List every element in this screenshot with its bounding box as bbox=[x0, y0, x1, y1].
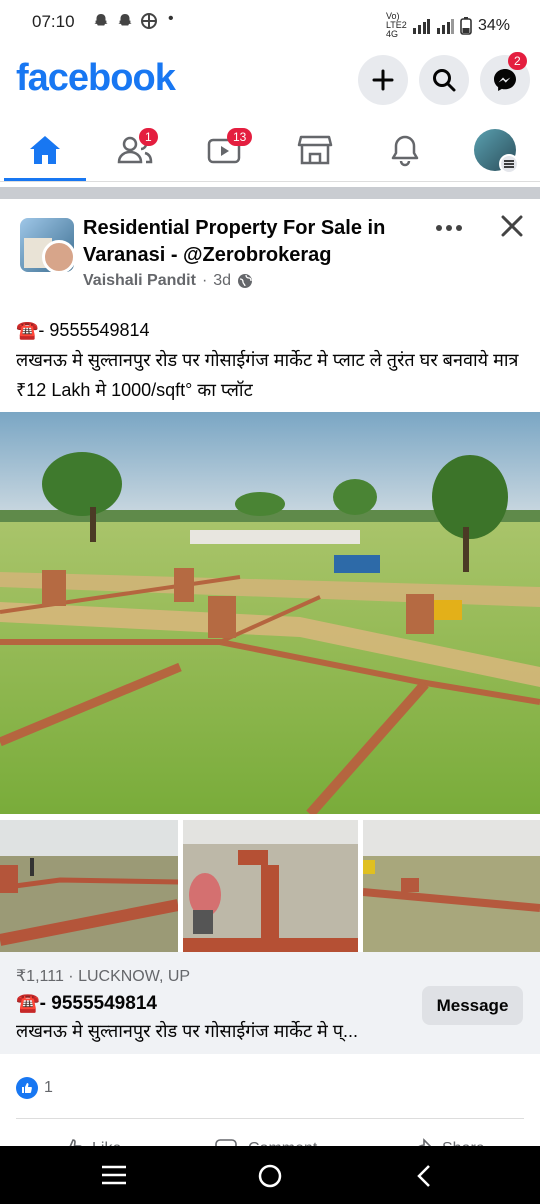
tab-marketplace[interactable] bbox=[275, 126, 355, 174]
reactions-summary[interactable]: 1 bbox=[16, 1077, 53, 1099]
globe-icon bbox=[238, 274, 253, 288]
thumbnail-2[interactable] bbox=[183, 820, 358, 952]
active-tab-indicator bbox=[4, 178, 86, 181]
dot-icon: • bbox=[168, 10, 174, 27]
search-button[interactable] bbox=[419, 55, 469, 105]
phone-icon: ☎️ bbox=[16, 320, 39, 340]
listing-phone: - 9555549814 bbox=[39, 993, 157, 1014]
home-icon bbox=[30, 136, 60, 164]
video-badge: 13 bbox=[227, 128, 253, 146]
android-nav-bar bbox=[0, 1146, 540, 1204]
post-title[interactable]: Residential Property For Sale in Varanas… bbox=[83, 215, 423, 269]
post-phone: - 9555549814 bbox=[38, 320, 150, 340]
profile-avatar bbox=[474, 129, 519, 174]
author-name[interactable]: Vaishali Pandit bbox=[83, 272, 196, 290]
thumbnail-3[interactable] bbox=[363, 820, 540, 952]
brick-foundation-photo-3 bbox=[363, 820, 540, 952]
recent-apps-button[interactable] bbox=[100, 1164, 128, 1191]
meta-separator: · bbox=[201, 272, 208, 289]
back-icon bbox=[417, 1165, 430, 1187]
messenger-button[interactable]: 2 bbox=[480, 52, 530, 105]
hide-post-button[interactable] bbox=[498, 212, 528, 242]
tab-notifications[interactable] bbox=[365, 126, 445, 174]
facebook-logo[interactable]: facebook bbox=[16, 57, 176, 100]
land-plots-photo bbox=[0, 412, 540, 814]
tab-friends[interactable]: 1 bbox=[95, 126, 175, 174]
plus-icon bbox=[372, 69, 394, 91]
status-right: Vo) LTE2 4G 34% bbox=[386, 12, 510, 39]
game-icon bbox=[140, 12, 158, 35]
brick-foundation-photo-2 bbox=[183, 820, 358, 952]
reaction-count: 1 bbox=[44, 1079, 53, 1096]
thumbnail-1[interactable] bbox=[0, 820, 178, 952]
recents-icon bbox=[102, 1165, 126, 1185]
signal-icon-2 bbox=[436, 18, 454, 34]
close-icon bbox=[501, 215, 523, 237]
more-options-button[interactable] bbox=[432, 212, 466, 240]
snapchat-icon bbox=[92, 12, 110, 35]
post-phone-line: ☎️- 9555549814 bbox=[16, 315, 531, 345]
menu-icon bbox=[499, 154, 519, 174]
battery-level: 34% bbox=[477, 16, 510, 34]
home-nav-button[interactable] bbox=[257, 1163, 283, 1194]
tab-menu[interactable] bbox=[455, 126, 535, 174]
listing-phone-line: ☎️- 9555549814 bbox=[16, 991, 157, 1015]
brick-foundation-photo-1 bbox=[0, 820, 178, 952]
home-circle-icon bbox=[258, 1164, 282, 1188]
back-nav-button[interactable] bbox=[414, 1163, 434, 1194]
network-label: Vo) LTE2 4G bbox=[385, 11, 407, 39]
author-avatar[interactable] bbox=[42, 240, 76, 274]
tab-video[interactable]: 13 bbox=[185, 126, 265, 174]
more-dots-icon bbox=[436, 225, 462, 231]
messenger-badge: 2 bbox=[508, 52, 527, 70]
signal-icon bbox=[412, 18, 430, 34]
marketplace-icon bbox=[297, 135, 333, 165]
messenger-icon bbox=[494, 69, 516, 91]
post-meta: Vaishali Pandit · 3d bbox=[83, 272, 253, 290]
snapchat-icon-2 bbox=[116, 12, 134, 35]
post-description: लखनऊ मे सुल्तानपुर रोड पर गोसाईगंज मार्क… bbox=[16, 350, 519, 400]
friends-badge: 1 bbox=[139, 128, 158, 146]
post-body: ☎️- 9555549814 लखनऊ मे सुल्तानपुर रोड पर… bbox=[16, 315, 531, 405]
listing-description: लखनऊ मे सुल्तानपुर रोड पर गोसाईगंज मार्क… bbox=[16, 1021, 359, 1041]
search-icon bbox=[433, 69, 456, 92]
create-button[interactable] bbox=[358, 55, 408, 105]
listing-price-location: ₹1,111 · LUCKNOW, UP bbox=[16, 968, 191, 985]
post-actions: Like Comment Share bbox=[0, 1128, 540, 1148]
post-time[interactable]: 3d bbox=[213, 272, 231, 290]
message-button[interactable]: Message bbox=[422, 986, 523, 1025]
post-main-image[interactable] bbox=[0, 412, 540, 814]
feed-separator bbox=[0, 187, 540, 199]
phone-icon-2: ☎️ bbox=[16, 993, 40, 1014]
actions-divider bbox=[16, 1118, 524, 1119]
nav-tabs: 1 13 bbox=[0, 118, 540, 182]
bell-icon bbox=[391, 135, 419, 167]
status-time: 07:10 bbox=[32, 12, 75, 31]
battery-icon bbox=[460, 16, 472, 35]
status-bar: 07:10 • Vo) LTE2 4G 34% bbox=[0, 0, 540, 44]
tab-home[interactable] bbox=[5, 126, 85, 174]
like-reaction-icon bbox=[16, 1077, 38, 1099]
